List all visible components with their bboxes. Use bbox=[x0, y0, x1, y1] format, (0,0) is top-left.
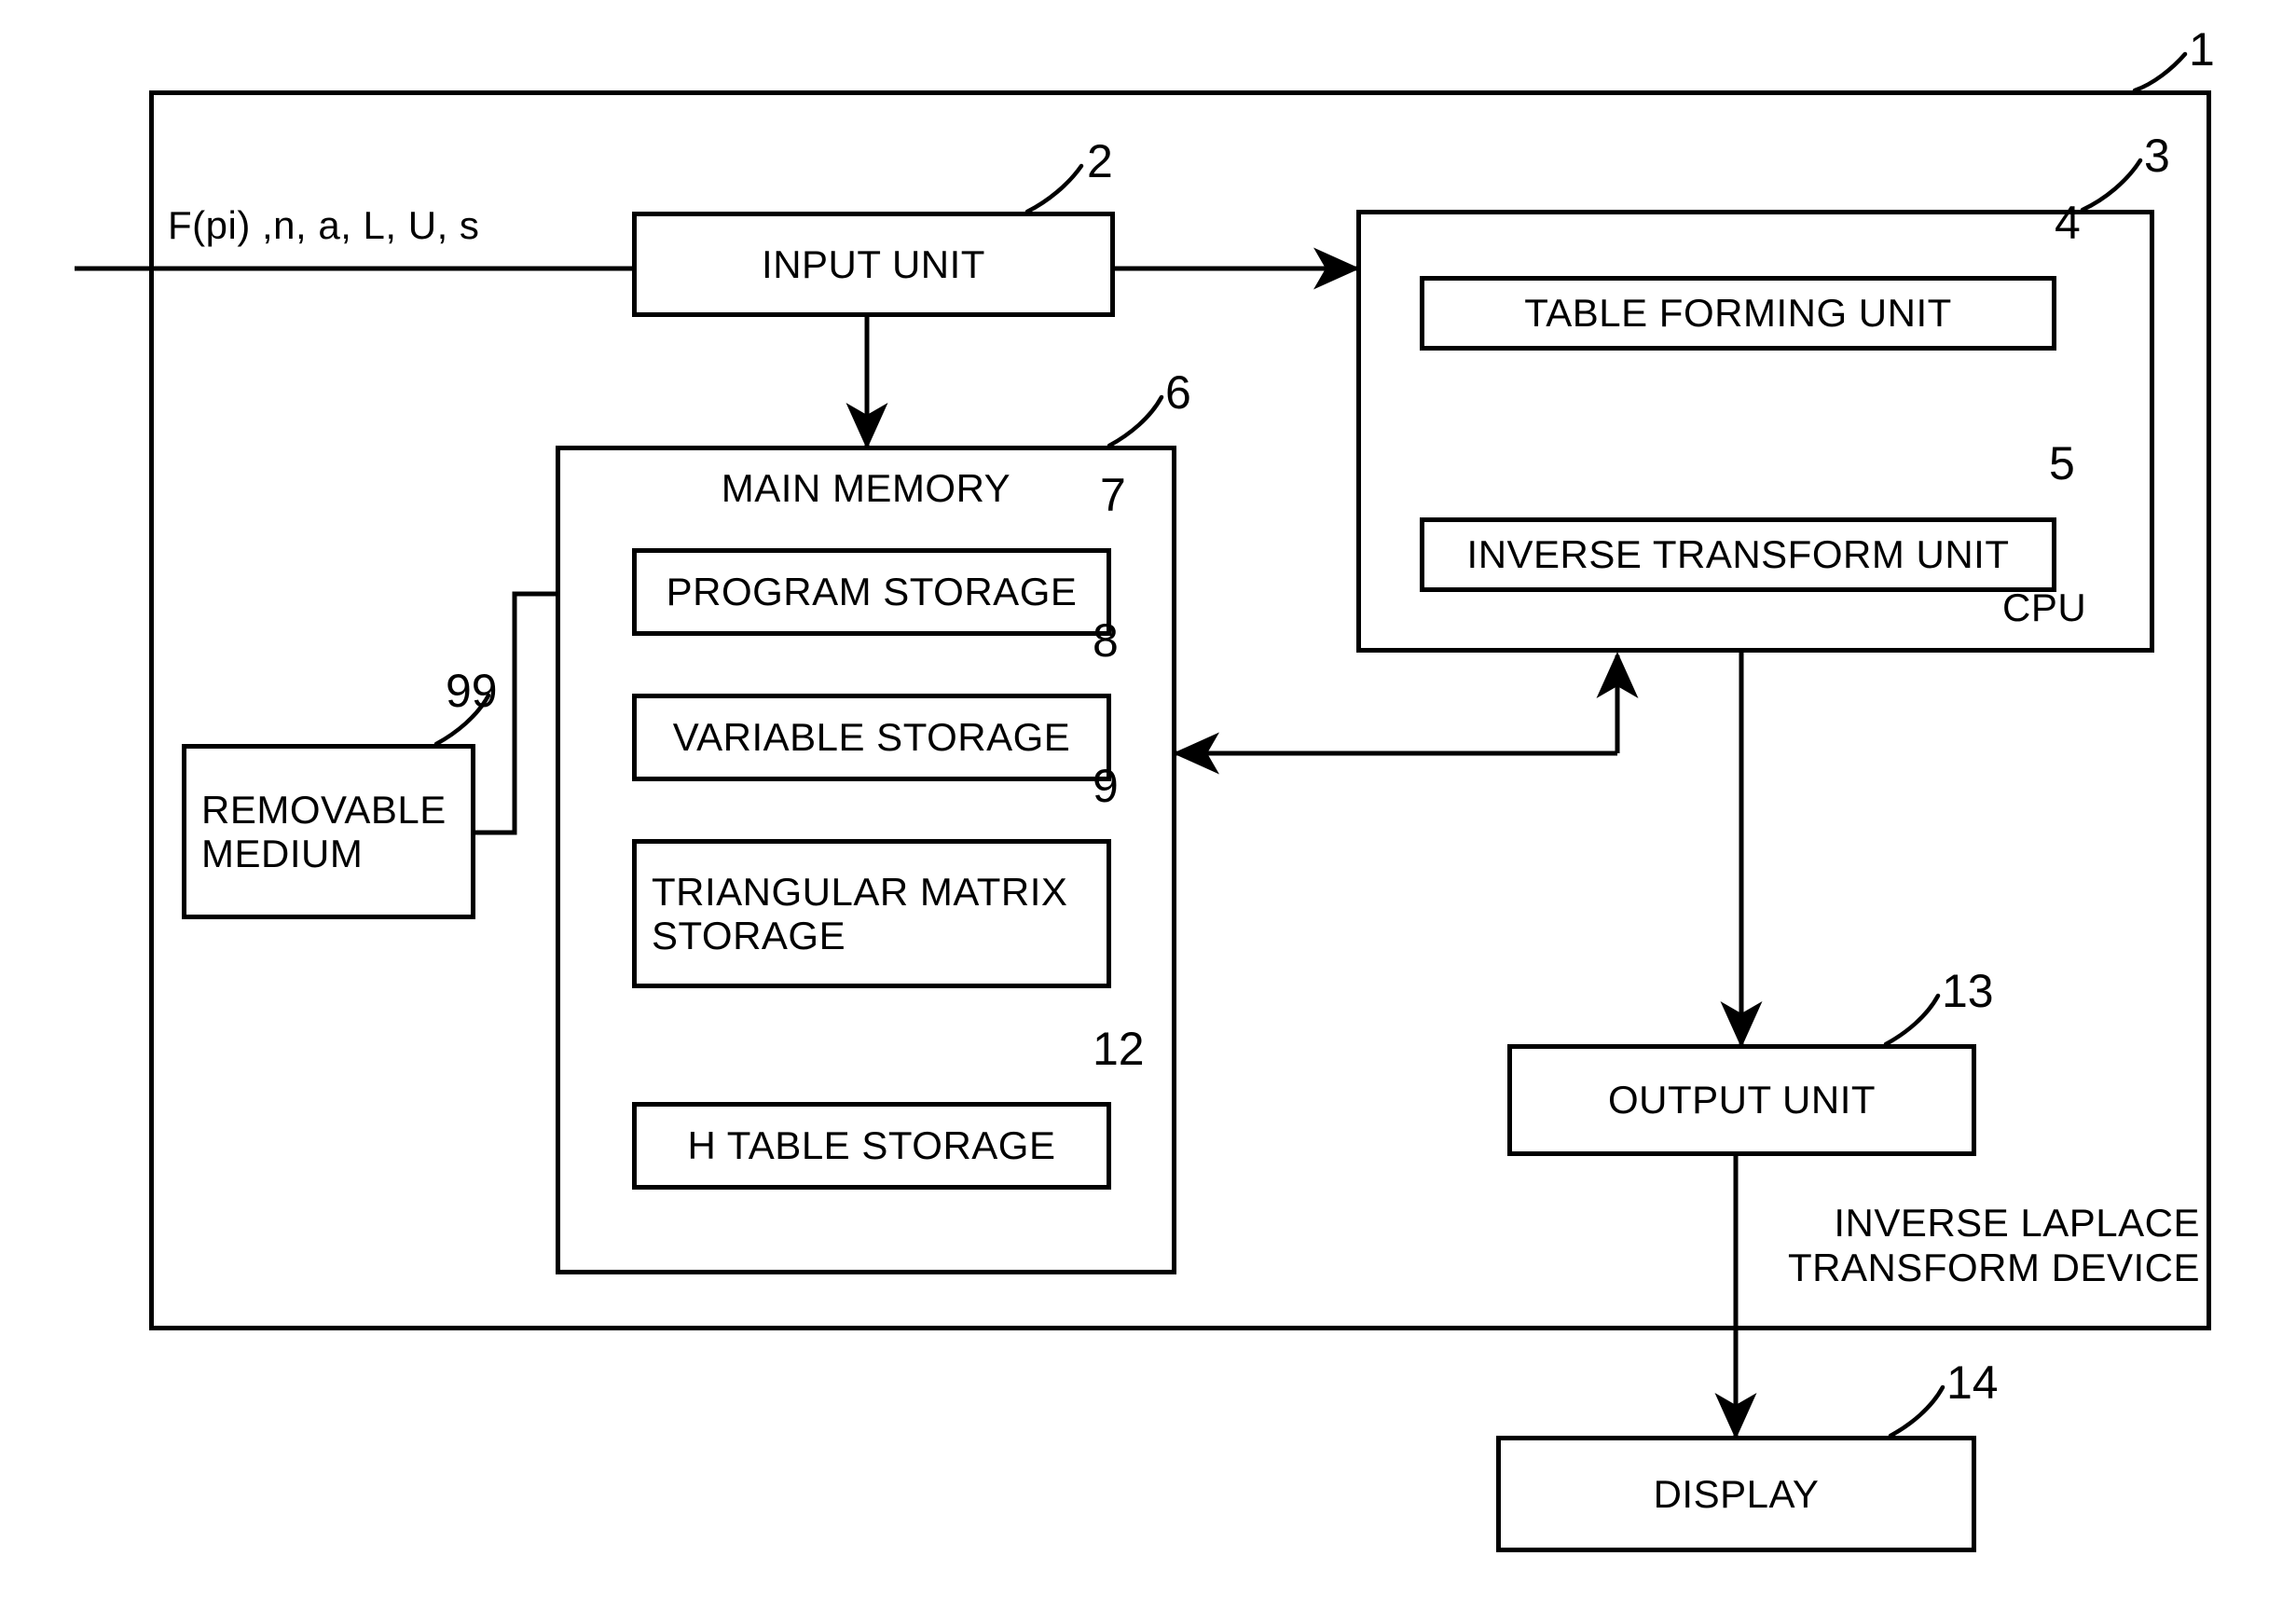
leader-14 bbox=[1888, 1384, 1945, 1439]
triangular-matrix-storage-label: TRIANGULAR MATRIX STORAGE bbox=[652, 869, 1068, 957]
program-storage-label: PROGRAM STORAGE bbox=[666, 570, 1078, 614]
ref-numeral-7: 7 bbox=[1100, 469, 1126, 521]
ref-numeral-13: 13 bbox=[1942, 965, 1994, 1017]
input-unit-label: INPUT UNIT bbox=[762, 241, 985, 286]
cpu-label: CPU bbox=[2002, 585, 2087, 629]
h-table-storage-block[interactable]: H TABLE STORAGE bbox=[632, 1102, 1111, 1190]
ref-numeral-12: 12 bbox=[1093, 1023, 1145, 1075]
ref-numeral-4: 4 bbox=[2055, 197, 2081, 249]
ref-numeral-14: 14 bbox=[1946, 1356, 1999, 1409]
input-signal-label: F(pi) ,n, a, L, U, s bbox=[168, 203, 480, 247]
inverse-transform-unit-block[interactable]: INVERSE TRANSFORM UNIT bbox=[1420, 517, 2056, 592]
ref-numeral-1: 1 bbox=[2189, 23, 2215, 76]
table-forming-unit-block[interactable]: TABLE FORMING UNIT bbox=[1420, 276, 2056, 351]
ref-numeral-3: 3 bbox=[2144, 130, 2170, 182]
display-label: DISPLAY bbox=[1653, 1471, 1820, 1516]
display-block[interactable]: DISPLAY bbox=[1496, 1436, 1976, 1552]
ref-numeral-5: 5 bbox=[2049, 437, 2075, 489]
ref-numeral-9: 9 bbox=[1093, 760, 1119, 812]
variable-storage-label: VARIABLE STORAGE bbox=[672, 715, 1071, 760]
ref-numeral-99: 99 bbox=[446, 665, 498, 717]
output-unit-block[interactable]: OUTPUT UNIT bbox=[1507, 1044, 1976, 1156]
removable-medium-label: REMOVABLE MEDIUM bbox=[201, 787, 447, 875]
h-table-storage-label: H TABLE STORAGE bbox=[687, 1123, 1056, 1168]
main-memory-label: MAIN MEMORY bbox=[721, 466, 1011, 510]
output-unit-label: OUTPUT UNIT bbox=[1607, 1078, 1877, 1122]
ref-numeral-2: 2 bbox=[1087, 135, 1113, 187]
ref-numeral-8: 8 bbox=[1093, 614, 1119, 667]
table-forming-unit-label: TABLE FORMING UNIT bbox=[1524, 291, 1952, 336]
input-unit-block[interactable]: INPUT UNIT bbox=[632, 212, 1115, 317]
variable-storage-block[interactable]: VARIABLE STORAGE bbox=[632, 694, 1111, 781]
program-storage-block[interactable]: PROGRAM STORAGE bbox=[632, 548, 1111, 636]
removable-medium-block[interactable]: REMOVABLE MEDIUM bbox=[182, 744, 475, 919]
triangular-matrix-storage-block[interactable]: TRIANGULAR MATRIX STORAGE bbox=[632, 839, 1111, 988]
inverse-transform-unit-label: INVERSE TRANSFORM UNIT bbox=[1466, 532, 2010, 577]
figure-canvas: INPUT UNIT CPU TABLE FORMING UNIT INVERS… bbox=[0, 0, 2296, 1611]
device-caption: INVERSE LAPLACE TRANSFORM DEVICE bbox=[1787, 1201, 2200, 1290]
leader-1 bbox=[2132, 51, 2188, 93]
ref-numeral-6: 6 bbox=[1165, 366, 1191, 419]
